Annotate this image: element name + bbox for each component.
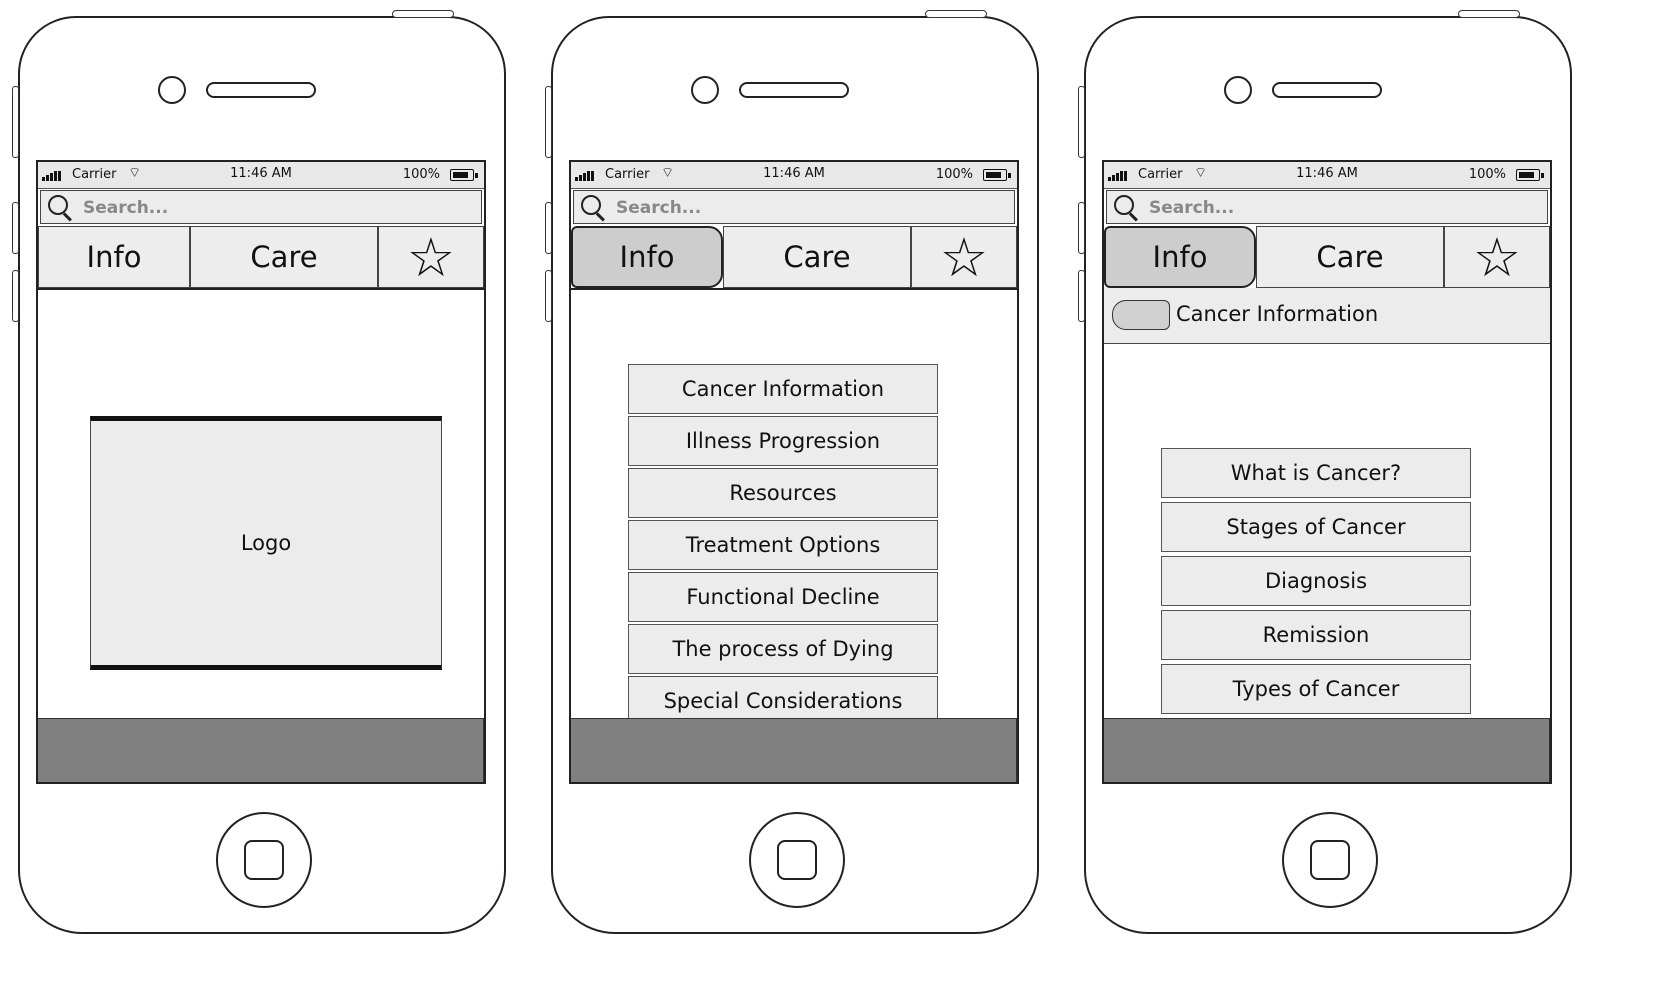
home-button[interactable]	[749, 812, 845, 908]
tab-favorites[interactable]: ☆	[1444, 225, 1550, 289]
speaker-grille	[206, 82, 316, 98]
tab-care-label: Care	[783, 240, 851, 274]
battery-icon	[983, 169, 1011, 181]
battery-label: 100%	[402, 167, 440, 182]
screen: Carrier ⌔ 11:46 AM 100% Search... Info C…	[1102, 160, 1552, 784]
volume-up-button	[1078, 202, 1085, 254]
camera-icon	[691, 76, 719, 104]
bottom-bar	[38, 718, 484, 782]
phone-frame-home: Carrier ⌔ 11:46 AM 100% Search... Info C…	[12, 10, 506, 934]
tab-bar: Info Care ☆	[571, 226, 1017, 290]
tab-care-label: Care	[1316, 240, 1384, 274]
menu-item-stages-of-cancer[interactable]: Stages of Cancer	[1161, 502, 1471, 552]
tab-info-label: Info	[1152, 240, 1208, 274]
bottom-bar	[1104, 718, 1550, 782]
info-menu: Cancer Information Illness Progression R…	[628, 364, 938, 726]
home-button[interactable]	[1282, 812, 1378, 908]
home-square-icon	[244, 840, 284, 880]
menu-item-diagnosis[interactable]: Diagnosis	[1161, 556, 1471, 606]
side-button	[545, 86, 552, 158]
star-icon: ☆	[939, 225, 989, 289]
logo-placeholder: Logo	[90, 416, 442, 670]
volume-down-button	[1078, 270, 1085, 322]
tab-info-label: Info	[86, 240, 142, 274]
section-title: Cancer Information	[1176, 302, 1379, 326]
menu-item-illness-progression[interactable]: Illness Progression	[628, 416, 938, 466]
section-header: Cancer Information	[1104, 288, 1550, 344]
speaker-grille	[739, 82, 849, 98]
tab-favorites[interactable]: ☆	[911, 225, 1017, 289]
side-button	[12, 86, 19, 158]
screen: Carrier ⌔ 11:46 AM 100% Search... Info C…	[569, 160, 1019, 784]
bottom-bar	[571, 718, 1017, 782]
search-icon	[48, 195, 68, 215]
menu-item-process-of-dying[interactable]: The process of Dying	[628, 624, 938, 674]
tab-info[interactable]: Info	[38, 226, 190, 288]
battery-label: 100%	[935, 167, 973, 182]
power-button	[392, 10, 454, 18]
volume-down-button	[545, 270, 552, 322]
camera-icon	[1224, 76, 1252, 104]
star-icon: ☆	[406, 225, 456, 289]
status-bar: Carrier ⌔ 11:46 AM 100%	[1104, 162, 1550, 189]
menu-item-functional-decline[interactable]: Functional Decline	[628, 572, 938, 622]
screen: Carrier ⌔ 11:46 AM 100% Search... Info C…	[36, 160, 486, 784]
status-bar: Carrier ⌔ 11:46 AM 100%	[38, 162, 484, 189]
battery-icon	[1516, 169, 1544, 181]
search-icon	[1114, 195, 1134, 215]
star-icon: ☆	[1472, 225, 1522, 289]
menu-item-cancer-information[interactable]: Cancer Information	[628, 364, 938, 414]
search-input[interactable]: Search...	[573, 190, 1015, 224]
menu-item-what-is-cancer[interactable]: What is Cancer?	[1161, 448, 1471, 498]
power-button	[925, 10, 987, 18]
menu-item-treatment-options[interactable]: Treatment Options	[628, 520, 938, 570]
search-placeholder: Search...	[616, 198, 702, 218]
menu-item-resources[interactable]: Resources	[628, 468, 938, 518]
phone-frame-cancer-info: Carrier ⌔ 11:46 AM 100% Search... Info C…	[1078, 10, 1572, 934]
menu-item-remission[interactable]: Remission	[1161, 610, 1471, 660]
home-square-icon	[777, 840, 817, 880]
search-placeholder: Search...	[1149, 198, 1235, 218]
tab-info-label: Info	[619, 240, 675, 274]
volume-down-button	[12, 270, 19, 322]
tab-care[interactable]: Care	[190, 226, 378, 288]
back-button[interactable]	[1112, 300, 1170, 330]
tab-bar: Info Care ☆	[38, 226, 484, 290]
tab-info[interactable]: Info	[1104, 226, 1256, 288]
tab-care-label: Care	[250, 240, 318, 274]
search-input[interactable]: Search...	[40, 190, 482, 224]
battery-icon	[450, 169, 478, 181]
tab-care[interactable]: Care	[723, 226, 911, 288]
cancer-info-menu: What is Cancer? Stages of Cancer Diagnos…	[1161, 448, 1471, 714]
battery-label: 100%	[1468, 167, 1506, 182]
speaker-grille	[1272, 82, 1382, 98]
search-placeholder: Search...	[83, 198, 169, 218]
home-button[interactable]	[216, 812, 312, 908]
status-bar: Carrier ⌔ 11:46 AM 100%	[571, 162, 1017, 189]
menu-item-types-of-cancer[interactable]: Types of Cancer	[1161, 664, 1471, 714]
search-icon	[581, 195, 601, 215]
camera-icon	[158, 76, 186, 104]
power-button	[1458, 10, 1520, 18]
tab-bar: Info Care ☆	[1104, 226, 1550, 290]
search-input[interactable]: Search...	[1106, 190, 1548, 224]
side-button	[1078, 86, 1085, 158]
tab-care[interactable]: Care	[1256, 226, 1444, 288]
tab-info[interactable]: Info	[571, 226, 723, 288]
volume-up-button	[12, 202, 19, 254]
volume-up-button	[545, 202, 552, 254]
home-square-icon	[1310, 840, 1350, 880]
phone-frame-info: Carrier ⌔ 11:46 AM 100% Search... Info C…	[545, 10, 1039, 934]
logo-label: Logo	[240, 531, 292, 555]
tab-favorites[interactable]: ☆	[378, 225, 484, 289]
